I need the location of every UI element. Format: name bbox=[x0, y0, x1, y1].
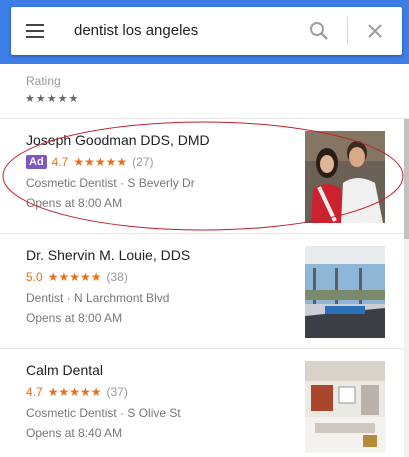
rating-stars: ★★★★★ bbox=[73, 155, 128, 169]
review-count: (27) bbox=[132, 155, 154, 169]
result-card[interactable]: Dr. Shervin M. Louie, DDS 5.0 ★★★★★ (38)… bbox=[0, 235, 404, 349]
result-hours: Opens at 8:00 AM bbox=[26, 311, 123, 325]
rating-value: 4.7 bbox=[26, 385, 43, 399]
result-card[interactable]: Joseph Goodman DDS, DMD Ad 4.7 ★★★★★ (27… bbox=[0, 120, 404, 234]
result-category-address: Dentist · N Larchmont Blvd bbox=[26, 291, 170, 305]
result-photo[interactable] bbox=[305, 246, 385, 338]
ad-badge: Ad bbox=[26, 155, 47, 169]
result-title[interactable]: Calm Dental bbox=[26, 362, 103, 378]
result-rating-row: Ad 4.7 ★★★★★ (27) bbox=[26, 155, 154, 169]
search-box[interactable]: dentist los angeles bbox=[11, 7, 402, 55]
scrollbar-thumb[interactable] bbox=[404, 119, 409, 239]
close-icon[interactable] bbox=[363, 19, 387, 43]
result-category-address: Cosmetic Dentist · S Olive St bbox=[26, 406, 181, 420]
result-title[interactable]: Dr. Shervin M. Louie, DDS bbox=[26, 247, 190, 263]
result-rating-row: 4.7 ★★★★★ (37) bbox=[26, 385, 128, 399]
result-hours: Opens at 8:40 AM bbox=[26, 426, 123, 440]
result-rating-row: 5.0 ★★★★★ (38) bbox=[26, 270, 128, 284]
search-input[interactable]: dentist los angeles bbox=[74, 22, 198, 39]
result-card[interactable]: Calm Dental 4.7 ★★★★★ (37) Cosmetic Dent… bbox=[0, 350, 404, 457]
rating-stars: ★★★★★ bbox=[47, 385, 102, 399]
rating-filter-stars[interactable]: ★★★★★ bbox=[25, 92, 79, 105]
filter-panel: Rating ★★★★★ bbox=[0, 64, 409, 119]
result-category-address: Cosmetic Dentist · S Beverly Dr bbox=[26, 176, 195, 190]
result-title[interactable]: Joseph Goodman DDS, DMD bbox=[26, 132, 210, 148]
search-divider bbox=[347, 17, 348, 45]
header-bar: dentist los angeles bbox=[0, 0, 409, 64]
result-photo[interactable] bbox=[305, 361, 385, 453]
menu-icon[interactable] bbox=[24, 21, 46, 41]
rating-stars: ★★★★★ bbox=[47, 270, 102, 284]
rating-filter-label: Rating bbox=[26, 74, 61, 88]
result-photo[interactable] bbox=[305, 131, 385, 223]
review-count: (38) bbox=[106, 270, 128, 284]
result-hours: Opens at 8:00 AM bbox=[26, 196, 123, 210]
rating-value: 4.7 bbox=[51, 155, 69, 169]
rating-value: 5.0 bbox=[26, 270, 43, 284]
scrollbar[interactable] bbox=[404, 119, 409, 457]
review-count: (37) bbox=[106, 385, 128, 399]
search-icon[interactable] bbox=[307, 19, 331, 43]
